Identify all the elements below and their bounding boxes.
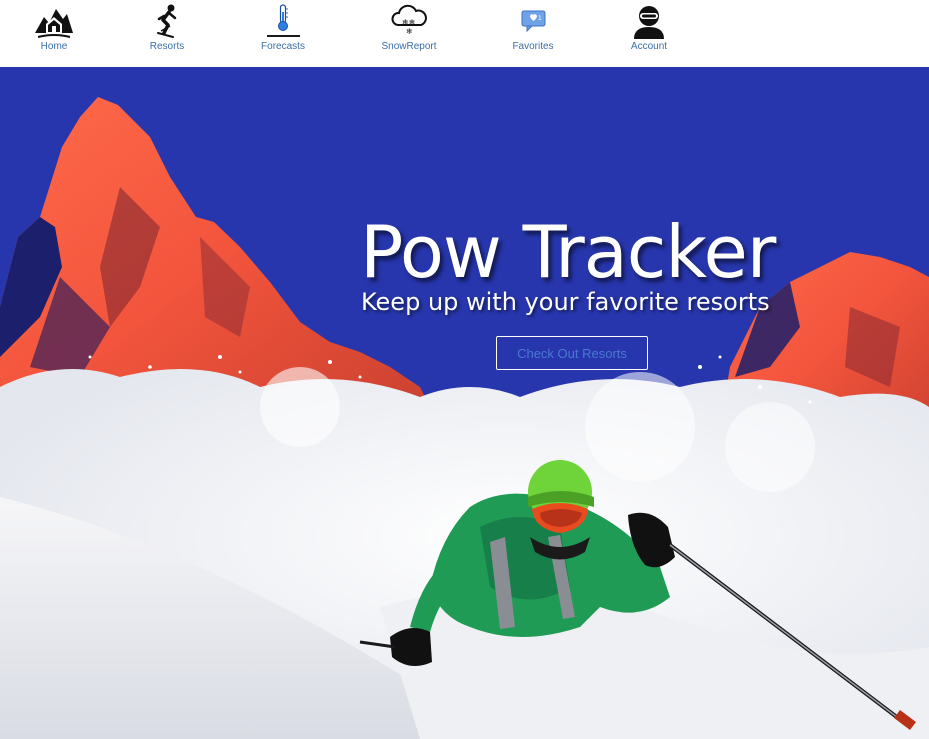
nav-item-home[interactable]: Home: [0, 3, 109, 61]
skier-icon: [147, 3, 187, 39]
active-nav-indicator: [267, 35, 300, 37]
house-mountain-icon: [34, 3, 74, 39]
nav-label-forecasts: Forecasts: [261, 41, 305, 52]
svg-text:❄❄: ❄❄: [402, 18, 415, 27]
nav-item-account[interactable]: Account: [594, 3, 704, 61]
snow-cloud-icon: ❄❄ ❄: [389, 3, 429, 39]
thermometer-icon: [263, 3, 303, 39]
check-out-resorts-button[interactable]: Check Out Resorts: [496, 336, 648, 370]
nav-label-snowreport: SnowReport: [381, 41, 437, 52]
nav-item-forecasts[interactable]: Forecasts: [228, 3, 338, 61]
favorites-badge: 1: [538, 15, 542, 22]
svg-text:❄: ❄: [406, 27, 413, 36]
heart-speech-bubble-icon: 1: [513, 3, 553, 39]
hero-title: Pow Tracker: [360, 210, 776, 294]
nav-item-favorites[interactable]: 1 Favorites: [478, 3, 588, 61]
nav-item-resorts[interactable]: Resorts: [112, 3, 222, 61]
nav-label-favorites: Favorites: [512, 41, 554, 52]
top-navigation: Home Resorts Forecasts ❄❄ ❄ SnowReport 1…: [0, 0, 929, 67]
hero-section: Pow Tracker Keep up with your favorite r…: [0, 67, 929, 739]
nav-label-resorts: Resorts: [149, 41, 185, 52]
hero-background-image: [0, 67, 929, 739]
hero-subtitle: Keep up with your favorite resorts: [361, 288, 770, 316]
skier-helmet-avatar-icon: [629, 3, 669, 39]
nav-label-account: Account: [630, 41, 668, 52]
nav-item-snowreport[interactable]: ❄❄ ❄ SnowReport: [354, 3, 464, 61]
nav-label-home: Home: [40, 41, 68, 52]
